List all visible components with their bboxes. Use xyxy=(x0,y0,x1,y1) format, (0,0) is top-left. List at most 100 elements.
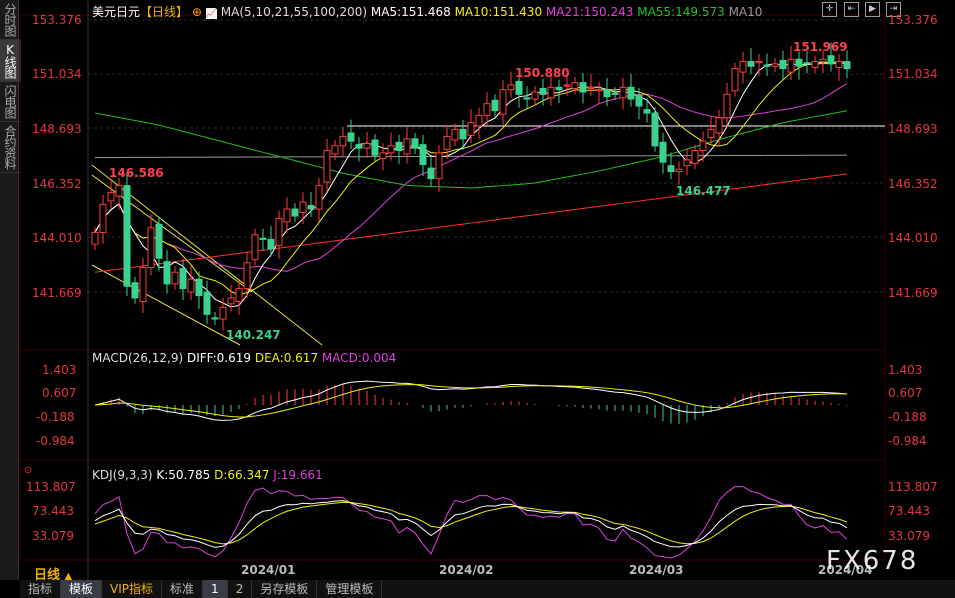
candle-body xyxy=(299,201,307,214)
annotation-low: 140.247 xyxy=(226,328,281,342)
price-tick-left: 153.376 xyxy=(32,13,82,27)
candle-body xyxy=(627,86,635,100)
price-tick: 151.034 xyxy=(888,67,938,81)
candle-body xyxy=(275,217,283,246)
price-tick-left: 151.034 xyxy=(32,67,82,81)
candle-body xyxy=(347,132,355,142)
manage-template-button[interactable]: 管理模板 xyxy=(317,580,383,598)
candle-body xyxy=(827,55,835,65)
candle-body xyxy=(219,306,227,320)
annotation-high: 146.586 xyxy=(109,166,164,180)
candle-body xyxy=(763,64,771,67)
candle-body xyxy=(355,144,363,149)
date-tick: 2024/02 xyxy=(439,563,494,577)
candle-body xyxy=(555,86,563,91)
candle-body xyxy=(123,185,131,287)
macd-dea-line xyxy=(94,384,848,418)
tab-standard[interactable]: 标准 xyxy=(162,580,204,598)
panel-frame xyxy=(19,349,886,461)
candle-body xyxy=(715,117,723,134)
candle-body xyxy=(283,208,291,223)
candle-body xyxy=(755,61,763,64)
candle-body xyxy=(395,141,403,152)
macd-label: MACD(26,12,9) xyxy=(92,351,184,365)
candle-body xyxy=(579,82,587,93)
annotation-high: 150.880 xyxy=(515,66,570,80)
ma200-line xyxy=(94,154,848,159)
candle-body xyxy=(307,205,315,210)
candle-body xyxy=(675,168,683,173)
macd-tick: -0.984 xyxy=(888,434,927,448)
candle-body xyxy=(251,234,259,260)
candle-body xyxy=(267,238,275,250)
crosshair-icon[interactable]: ⊕ xyxy=(192,5,202,19)
candle-body xyxy=(643,109,651,114)
candle-body xyxy=(571,82,579,89)
macd-diff-line xyxy=(94,380,848,421)
crosshair-tool-icon[interactable]: ✛ xyxy=(822,2,837,17)
macd-tick-left: -0.188 xyxy=(36,410,75,424)
candle-body xyxy=(163,261,171,285)
candle-body xyxy=(491,99,499,112)
candle-body xyxy=(507,84,515,91)
candle-body xyxy=(331,145,339,155)
date-tick: 2024/03 xyxy=(629,563,684,577)
ma-label: MA(5,10,21,55,100,200) xyxy=(220,5,368,19)
candle-body xyxy=(179,268,187,290)
candle-body xyxy=(403,138,411,155)
candle-body xyxy=(731,68,739,92)
candle-body xyxy=(459,128,467,140)
candle-body xyxy=(843,61,851,70)
kline-chart[interactable] xyxy=(0,0,955,580)
zoom-left-icon[interactable]: ⇤ xyxy=(844,2,859,17)
ma55-value: MA55:149.573 xyxy=(637,5,725,19)
price-tick: 153.376 xyxy=(888,13,938,27)
macd-dea: DEA:0.617 xyxy=(254,351,319,365)
tab-page-2[interactable]: 2 xyxy=(228,580,253,598)
symbol-name: 美元日元 xyxy=(92,5,141,19)
candle-body xyxy=(147,227,155,269)
save-template-button[interactable]: 另存模板 xyxy=(252,580,318,598)
candle-body xyxy=(659,141,667,163)
candle-body xyxy=(771,63,779,67)
kdj-tick: 33.079 xyxy=(888,529,930,543)
macd-diff: DIFF:0.619 xyxy=(186,351,252,365)
candle-body xyxy=(739,61,747,73)
candle-body xyxy=(203,291,211,315)
price-tick-left: 144.010 xyxy=(32,231,82,245)
tab-vip-indicators[interactable]: VIP指标 xyxy=(102,580,163,598)
kdj-k: K:50.785 xyxy=(156,468,211,482)
kdj-header: KDJ(9,3,3) K:50.785 D:66.347 J:19.661 xyxy=(92,468,323,482)
candle-body xyxy=(195,278,203,297)
settings-icon[interactable]: ⊙ xyxy=(24,465,32,476)
candle-body xyxy=(531,91,539,100)
candle-body xyxy=(611,92,619,95)
kdj-d-line xyxy=(94,501,848,545)
chart-type-icon[interactable]: 📈 xyxy=(205,9,217,19)
candle-body xyxy=(411,138,419,149)
chart-header: 美元日元【日线】 ⊕ 📈 MA(5,10,21,55,100,200) MA5:… xyxy=(92,3,762,20)
candle-body xyxy=(619,86,627,99)
candle-body xyxy=(523,97,531,100)
candle-body xyxy=(155,223,163,259)
annotation-low: 146.477 xyxy=(676,184,731,198)
candle-body xyxy=(339,135,347,147)
candle-body xyxy=(107,192,115,202)
candle-body xyxy=(363,142,371,149)
candle-body xyxy=(795,58,803,67)
candle-body xyxy=(595,89,603,92)
tab-page-1[interactable]: 1 xyxy=(203,580,228,598)
macd-header: MACD(26,12,9) DIFF:0.619 DEA:0.617 MACD:… xyxy=(92,351,396,365)
candle-body xyxy=(427,167,435,180)
price-tick-left: 141.669 xyxy=(32,286,82,300)
candle-body xyxy=(835,61,843,68)
period-label: 【日线】 xyxy=(140,5,189,19)
play-icon[interactable]: ▶ xyxy=(865,2,880,17)
bottom-toolbar: 指标 模板 VIP指标 标准 1 2 另存模板 管理模板 xyxy=(20,580,955,598)
candle-body xyxy=(323,150,331,183)
tab-template[interactable]: 模板 xyxy=(61,580,103,598)
kdj-label: KDJ(9,3,3) xyxy=(92,468,153,482)
candle-body xyxy=(387,145,395,154)
macd-tick: 0.607 xyxy=(888,386,923,400)
tab-indicators[interactable]: 指标 xyxy=(20,580,62,598)
